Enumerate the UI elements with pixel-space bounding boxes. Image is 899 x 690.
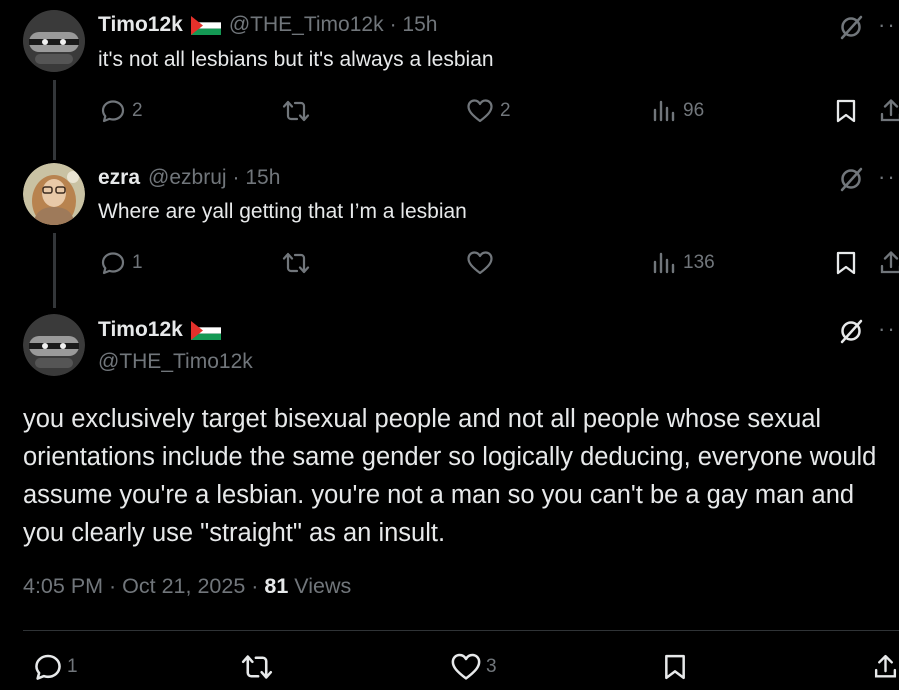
- views-icon: [653, 252, 675, 274]
- views-button[interactable]: 96: [651, 98, 704, 124]
- like-count: 2: [500, 100, 511, 121]
- user-handle[interactable]: @THE_Timo12k: [229, 13, 384, 37]
- views-icon: [653, 100, 675, 122]
- tweet-header: ezra @ezbruj · 15h: [98, 166, 280, 190]
- reply-icon: [101, 100, 125, 123]
- avatar[interactable]: [23, 163, 85, 225]
- share-icon[interactable]: [878, 249, 899, 277]
- reply-button[interactable]: 1: [33, 652, 78, 682]
- share-icon[interactable]: [878, 97, 899, 125]
- timestamp[interactable]: 4:05 PM · Oct 21, 2025 ·: [23, 574, 264, 598]
- display-name[interactable]: Timo12k: [98, 318, 183, 342]
- retweet-icon: [241, 655, 273, 679]
- reply-button[interactable]: 1: [100, 250, 143, 276]
- display-name[interactable]: ezra: [98, 166, 140, 190]
- tweet-text: you exclusively target bisexual people a…: [23, 405, 877, 547]
- retweet-icon: [282, 252, 310, 274]
- like-icon: [467, 251, 493, 275]
- more-icon[interactable]: ··: [878, 164, 897, 190]
- divider: [23, 630, 899, 631]
- reply-button[interactable]: 2: [100, 98, 143, 124]
- reply-icon: [35, 654, 61, 680]
- retweet-icon: [282, 100, 310, 122]
- bookmark-icon[interactable]: [834, 98, 858, 124]
- grok-icon[interactable]: [838, 14, 864, 40]
- more-icon[interactable]: ··: [878, 12, 897, 38]
- avatar[interactable]: [23, 314, 85, 376]
- reply-count: 1: [132, 252, 143, 273]
- retweet-button[interactable]: [282, 98, 310, 124]
- like-button[interactable]: 3: [450, 652, 497, 682]
- more-icon[interactable]: ··: [878, 316, 897, 342]
- bookmark-icon[interactable]: [662, 652, 688, 682]
- tweet-header: Timo12k @THE_Timo12k · 15h: [98, 13, 437, 37]
- tweet-text: Where are yall getting that I’m a lesbia…: [98, 200, 467, 223]
- views-count: 136: [683, 252, 715, 273]
- reply-count: 1: [67, 656, 78, 677]
- retweet-button[interactable]: [240, 652, 274, 682]
- like-count: 3: [486, 656, 497, 677]
- display-name[interactable]: Timo12k: [98, 13, 183, 37]
- views-count[interactable]: 81: [264, 574, 288, 598]
- views-button[interactable]: 136: [651, 250, 715, 276]
- like-button[interactable]: 2: [466, 98, 511, 124]
- reply-icon: [101, 252, 125, 275]
- tweet-metadata: 4:05 PM · Oct 21, 2025 · 81 Views: [23, 574, 351, 599]
- timestamp[interactable]: · 15h: [233, 166, 281, 190]
- thread-line: [53, 80, 56, 160]
- like-button[interactable]: [466, 250, 494, 276]
- reply-count: 2: [132, 100, 143, 121]
- bookmark-icon[interactable]: [834, 250, 858, 276]
- share-icon[interactable]: [872, 651, 899, 683]
- tweet-text: it's not all lesbians but it's always a …: [98, 48, 494, 71]
- palestine-flag-icon: [190, 320, 221, 340]
- palestine-flag-icon: [190, 15, 221, 35]
- user-handle[interactable]: @ezbruj: [148, 166, 227, 190]
- views-label: Views: [288, 574, 352, 598]
- like-icon: [451, 653, 481, 680]
- grok-icon[interactable]: [838, 318, 864, 344]
- retweet-button[interactable]: [282, 250, 310, 276]
- tweet-header: Timo12k: [98, 318, 221, 342]
- grok-icon[interactable]: [838, 166, 864, 192]
- like-icon: [467, 99, 493, 123]
- thread-line: [53, 233, 56, 308]
- avatar[interactable]: [23, 10, 85, 72]
- user-handle[interactable]: @THE_Timo12k: [98, 350, 253, 374]
- views-count: 96: [683, 100, 705, 121]
- timestamp[interactable]: · 15h: [390, 13, 438, 37]
